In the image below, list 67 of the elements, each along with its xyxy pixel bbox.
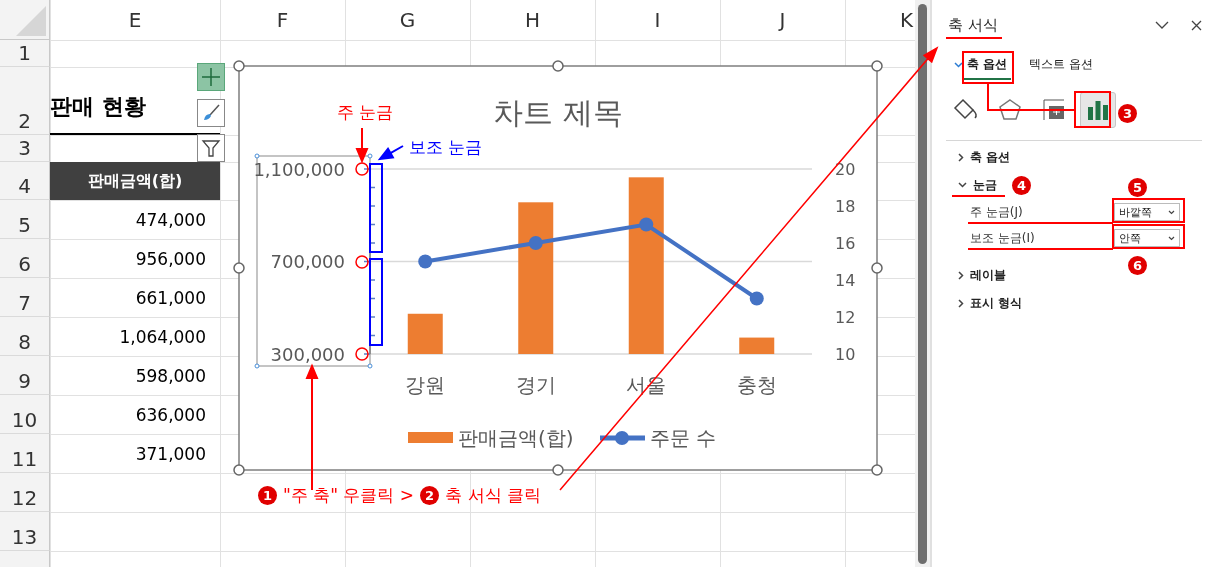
row-header[interactable]: 2 bbox=[0, 67, 50, 135]
column-header[interactable]: E bbox=[50, 0, 220, 40]
step-badge: 6 bbox=[1128, 256, 1147, 275]
axis-label: 300,000 bbox=[270, 343, 345, 365]
row-header[interactable]: 1 bbox=[0, 40, 50, 67]
axis-label: 18 bbox=[835, 196, 856, 216]
column-header[interactable]: F bbox=[220, 0, 345, 40]
pane-title: 축 서식 bbox=[948, 15, 999, 35]
axis-label: 14 bbox=[835, 270, 856, 290]
point bbox=[639, 217, 654, 232]
axis-label: 12 bbox=[835, 307, 856, 327]
cell-value: 598,000 bbox=[135, 365, 206, 386]
annotation-label: 주 눈금 bbox=[337, 104, 394, 121]
dropdown[interactable]: 안쪽 bbox=[1114, 229, 1180, 247]
row-header[interactable]: 10 bbox=[0, 395, 50, 434]
legend-label: 주문 수 bbox=[650, 426, 717, 450]
legend-label: 판매금액(합) bbox=[458, 426, 574, 450]
row-header[interactable]: 6 bbox=[0, 239, 50, 278]
category-label: 충청 bbox=[736, 373, 777, 397]
point bbox=[418, 254, 433, 269]
column-header[interactable]: G bbox=[345, 0, 470, 40]
step-badge: 5 bbox=[1128, 178, 1147, 197]
column-header[interactable]: J bbox=[720, 0, 845, 40]
point bbox=[528, 236, 543, 250]
section-header[interactable]: 표시 형식 bbox=[958, 289, 1023, 317]
axis-label: 700,000 bbox=[270, 251, 345, 272]
row-header[interactable]: 4 bbox=[0, 162, 50, 200]
section-header[interactable]: 레이블 bbox=[958, 261, 1006, 289]
dropdown[interactable]: 바깥쪽 bbox=[1114, 203, 1180, 221]
column-header[interactable]: I bbox=[595, 0, 720, 40]
tab[interactable]: 축 옵션 bbox=[963, 50, 1012, 80]
row-header[interactable]: 8 bbox=[0, 317, 50, 356]
header-cell[interactable]: 판매금액(합) bbox=[50, 162, 220, 200]
axis-label: 10 bbox=[835, 344, 856, 364]
sheet-title: 판매 현황 bbox=[50, 93, 146, 121]
cell-value: 956,000 bbox=[135, 248, 206, 269]
row-header[interactable]: 13 bbox=[0, 512, 50, 551]
axis-label: 20 bbox=[835, 159, 856, 179]
section-header[interactable]: 눈금 bbox=[958, 171, 997, 199]
row-header[interactable]: 5 bbox=[0, 200, 50, 239]
axis-label: 16 bbox=[835, 233, 856, 253]
field-label: 보조 눈금(I) bbox=[970, 229, 1035, 247]
step-badge: 4 bbox=[1012, 176, 1031, 195]
annotation-text: "주 축" 우클릭 > bbox=[283, 484, 415, 507]
cell-value: 661,000 bbox=[135, 287, 206, 308]
annotation-text: 축 서식 클릭 bbox=[445, 484, 541, 507]
category-label: 강원 bbox=[405, 373, 446, 397]
chart-title: 차트 제목 bbox=[493, 94, 623, 130]
cell-value: 474,000 bbox=[135, 209, 206, 230]
section-header[interactable]: 축 옵션 bbox=[958, 143, 1011, 171]
row-header[interactable]: 3 bbox=[0, 135, 50, 162]
step-badge: 3 bbox=[1118, 104, 1137, 123]
category-label: 경기 bbox=[515, 373, 556, 397]
axis-label: 1,100,000 bbox=[253, 158, 345, 180]
annotation-label: 보조 눈금 bbox=[409, 139, 483, 156]
cell-value: 636,000 bbox=[135, 404, 206, 425]
column-header[interactable]: K bbox=[845, 0, 915, 40]
row-header[interactable]: 12 bbox=[0, 473, 50, 512]
column-header[interactable]: H bbox=[470, 0, 595, 40]
row-header[interactable]: 7 bbox=[0, 278, 50, 317]
cell-value: 371,000 bbox=[135, 443, 206, 464]
row-header[interactable]: 11 bbox=[0, 434, 50, 473]
cell-value: 1,064,000 bbox=[119, 326, 206, 347]
row-header[interactable]: 9 bbox=[0, 356, 50, 395]
point bbox=[749, 291, 764, 306]
field-label: 주 눈금(J) bbox=[970, 203, 1023, 221]
tab[interactable]: 텍스트 옵션 bbox=[1025, 50, 1097, 80]
